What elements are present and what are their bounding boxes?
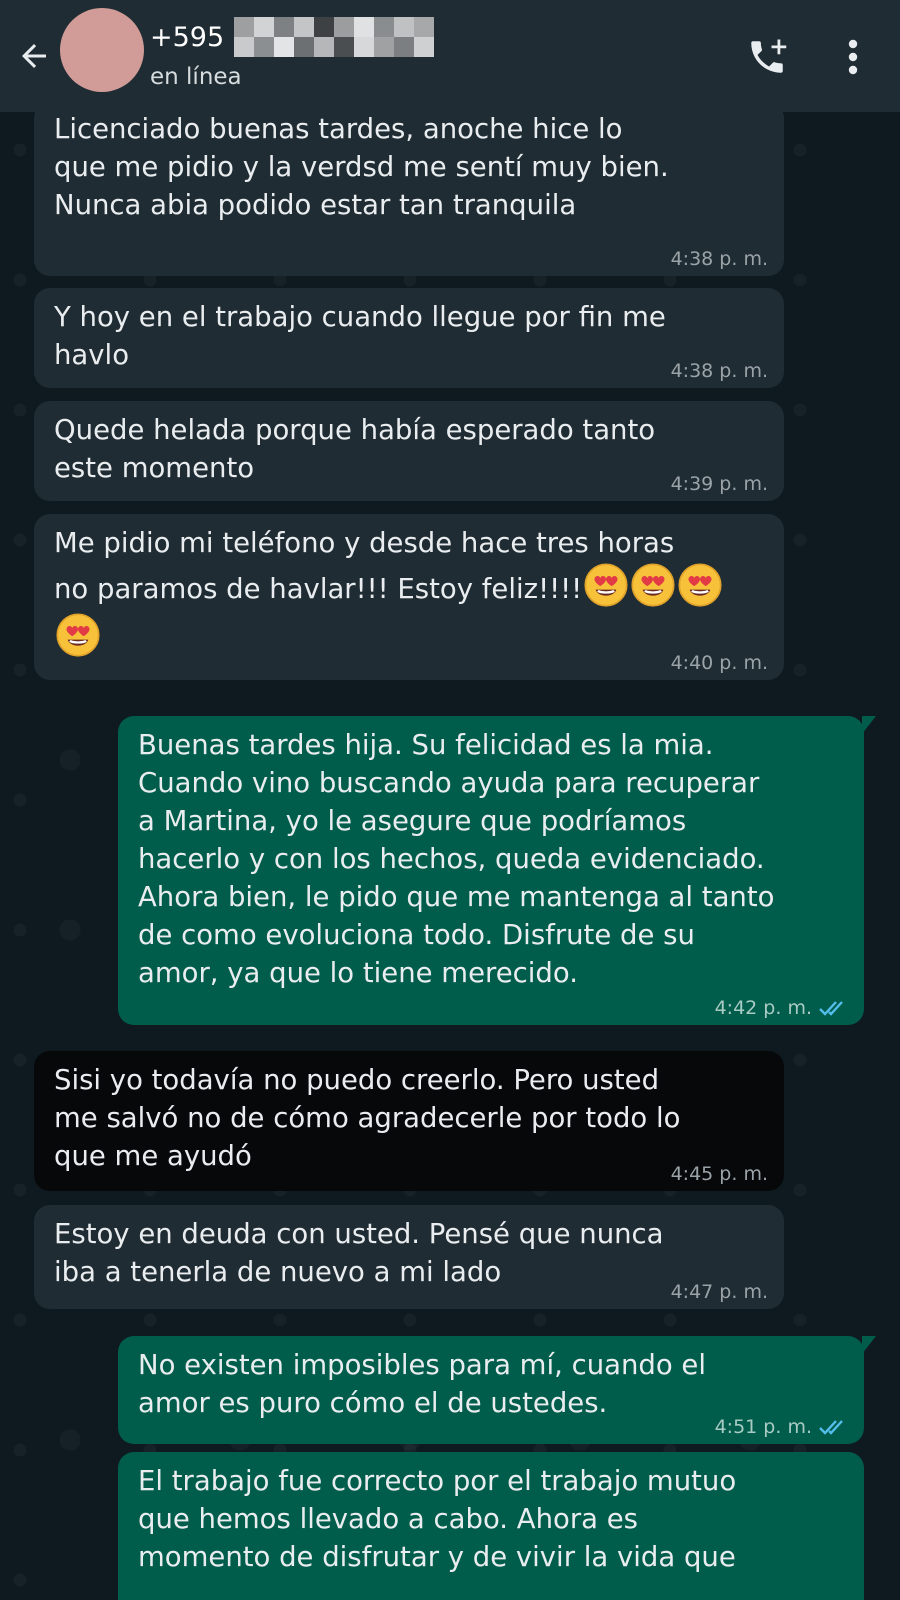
message-timestamp: 4:38 p. m. — [670, 360, 768, 382]
message-text: Sisi yo todavía no puedo creerlo. Pero u… — [54, 1064, 681, 1172]
message-text: No existen imposibles para mí, cuando el… — [138, 1349, 706, 1419]
double-check-icon — [819, 1420, 843, 1435]
message-incoming[interactable]: Sisi yo todavía no puedo creerlo. Pero u… — [34, 1051, 784, 1191]
message-incoming[interactable]: Licenciado buenas tardes, anoche hice lo… — [34, 102, 784, 276]
contact-name[interactable]: +595 — [150, 17, 435, 57]
message-incoming[interactable]: Quede helada porque había esperado tanto… — [34, 401, 784, 501]
add-call-button[interactable] — [742, 32, 792, 82]
message-incoming[interactable]: Me pidio mi teléfono y desde hace tres h… — [34, 514, 784, 680]
heart-eyes-emoji-icon — [631, 563, 675, 607]
read-receipt — [818, 1418, 848, 1436]
message-timestamp: 4:38 p. m. — [670, 248, 768, 270]
chat-header: +595 en línea — [0, 0, 900, 112]
contact-number: +595 — [150, 21, 225, 53]
message-time: 4:51 p. m. — [715, 1416, 848, 1438]
add-call-icon — [751, 39, 787, 73]
message-text: Estoy en deuda con usted. Pensé que nunc… — [54, 1218, 664, 1288]
message-incoming[interactable]: Y hoy en el trabajo cuando llegue por fi… — [34, 288, 784, 388]
menu-button[interactable] — [830, 32, 876, 82]
heart-eyes-emoji-icon — [56, 613, 100, 657]
read-receipt — [818, 999, 848, 1017]
bubble-tail — [862, 1336, 876, 1354]
message-outgoing[interactable]: Buenas tardes hija. Su felicidad es la m… — [118, 716, 876, 1025]
message-text: El trabajo fue correcto por el trabajo m… — [138, 1465, 737, 1573]
message-time: 4:38 p. m. — [671, 360, 768, 382]
back-button[interactable] — [12, 34, 56, 78]
bubble-tail — [862, 716, 876, 734]
avatar[interactable] — [60, 8, 144, 92]
message-time: 4:40 p. m. — [671, 652, 768, 674]
message-incoming[interactable]: Estoy en deuda con usted. Pensé que nunc… — [34, 1205, 784, 1309]
message-text: Me pidio mi teléfono y desde hace tres h… — [54, 524, 764, 658]
message-time: 4:42 p. m. — [715, 997, 848, 1019]
contact-status: en línea — [150, 64, 242, 90]
message-time: 4:38 p. m. — [671, 248, 768, 270]
message-time: 4:45 p. m. — [671, 1163, 768, 1185]
message-time: 4:39 p. m. — [671, 473, 768, 495]
heart-eyes-emoji-icon — [678, 563, 722, 607]
message-text: Quede helada porque había esperado tanto… — [54, 414, 656, 484]
redacted-number-blur — [234, 17, 435, 57]
message-text: Buenas tardes hija. Su felicidad es la m… — [138, 729, 775, 989]
arrow-left-icon — [22, 44, 46, 68]
more-vertical-icon — [848, 39, 858, 75]
message-timestamp: 4:51 p. m. — [714, 1416, 812, 1438]
message-timestamp: 4:39 p. m. — [670, 473, 768, 495]
message-timestamp: 4:45 p. m. — [670, 1163, 768, 1185]
heart-eyes-emoji-icon — [584, 563, 628, 607]
message-text: Y hoy en el trabajo cuando llegue por fi… — [54, 301, 666, 371]
message-timestamp: 4:40 p. m. — [670, 652, 768, 674]
message-outgoing[interactable]: El trabajo fue correcto por el trabajo m… — [118, 1452, 864, 1600]
message-timestamp: 4:42 p. m. — [714, 997, 812, 1019]
message-outgoing[interactable]: No existen imposibles para mí, cuando el… — [118, 1336, 876, 1444]
message-text: Licenciado buenas tardes, anoche hice lo… — [54, 113, 669, 221]
message-time: 4:47 p. m. — [671, 1281, 768, 1303]
double-check-icon — [819, 1001, 843, 1016]
message-timestamp: 4:47 p. m. — [670, 1281, 768, 1303]
